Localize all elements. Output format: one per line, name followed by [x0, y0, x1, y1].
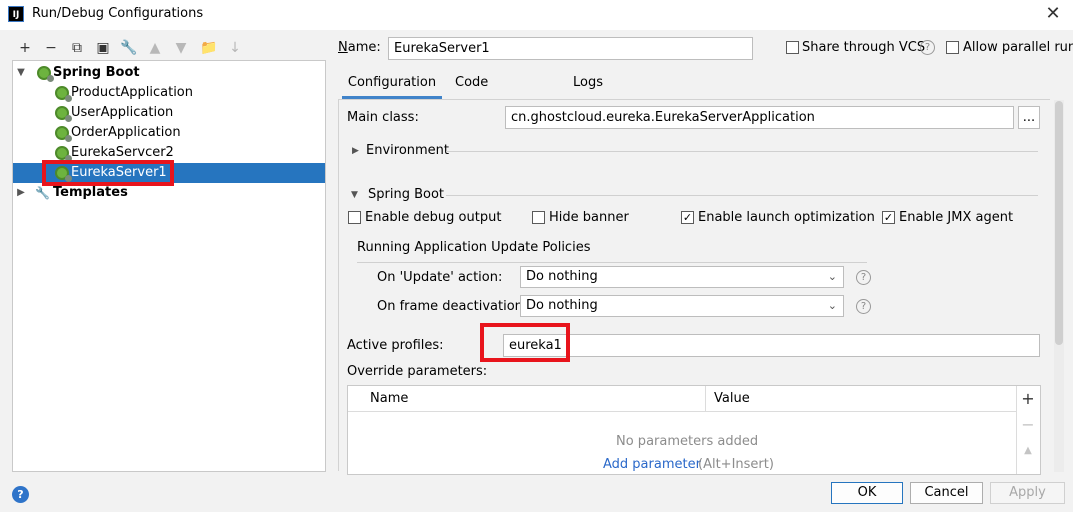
empty-table-text: No parameters added [616, 434, 759, 449]
configurations-tree: ▼ Spring Boot ProductApplication UserApp… [12, 60, 326, 472]
tree-label-templates: Templates [53, 185, 128, 200]
ok-button[interactable]: OK [831, 482, 903, 504]
remove-icon[interactable]: − [41, 38, 61, 58]
chevron-down-icon: ⌄ [827, 299, 837, 312]
column-divider [705, 386, 706, 412]
update-action-value: Do nothing [526, 269, 598, 284]
allow-parallel-label: Allow parallel run [963, 40, 1073, 55]
tree-item-label: UserApplication [71, 105, 174, 120]
move-up-icon[interactable]: ▲ [145, 38, 165, 58]
spring-boot-config-icon [55, 106, 72, 122]
wrench-icon: 🔧 [35, 186, 50, 200]
update-action-label: On 'Update' action: [377, 270, 503, 285]
add-parameter-link[interactable]: Add parameter [603, 457, 701, 472]
add-icon[interactable]: + [15, 38, 35, 58]
update-policies-label: Running Application Update Policies [357, 240, 591, 255]
save-icon[interactable]: ▣ [93, 38, 113, 58]
hide-banner-label: Hide banner [549, 210, 629, 225]
spring-boot-config-icon [55, 86, 72, 102]
spring-boot-icon [37, 66, 54, 82]
collapse-arrow-icon[interactable]: ▶ [15, 183, 27, 203]
tree-node-spring-boot[interactable]: ▼ Spring Boot [13, 63, 325, 83]
main-class-field[interactable]: cn.ghostcloud.eureka.EurekaServerApplica… [505, 106, 1014, 129]
table-header: Name Value [348, 386, 1016, 412]
close-icon[interactable]: ✕ [1040, 2, 1066, 26]
copy-icon[interactable]: ⧉ [67, 38, 87, 58]
add-parameter-shortcut: (Alt+Insert) [698, 457, 774, 472]
help-icon[interactable]: ? [856, 299, 871, 314]
move-up-icon[interactable]: ▲ [1016, 440, 1040, 462]
allow-parallel-checkbox[interactable] [946, 41, 959, 54]
highlight-box-active-profiles [480, 323, 570, 362]
wrench-icon[interactable]: 🔧 [119, 38, 139, 58]
launch-optimization-label: Enable launch optimization [698, 210, 875, 225]
launch-optimization-checkbox[interactable]: ✓ [681, 211, 694, 224]
folder-icon[interactable]: 📁 [199, 38, 219, 58]
collapse-spring-boot-icon[interactable]: ▼ [351, 190, 358, 200]
help-icon[interactable]: ? [856, 270, 871, 285]
column-header-value[interactable]: Value [714, 391, 750, 406]
main-class-label: Main class: [347, 110, 419, 125]
tab-code-coverage[interactable]: Code Coverage [455, 71, 549, 114]
section-divider [446, 151, 1038, 152]
section-divider [446, 195, 1038, 196]
apply-button[interactable]: Apply [990, 482, 1065, 504]
expand-environment-icon[interactable]: ▶ [352, 146, 359, 156]
remove-row-icon[interactable]: − [1016, 414, 1040, 436]
tab-logs[interactable]: Logs [573, 71, 613, 99]
tree-item-label: OrderApplication [71, 125, 181, 140]
tree-item-product-application[interactable]: ProductApplication [13, 83, 325, 103]
help-icon[interactable]: ? [920, 40, 935, 55]
sort-icon[interactable]: ↓ [225, 38, 245, 58]
spring-boot-config-icon [55, 146, 72, 162]
frame-deactivation-select[interactable]: Do nothing ⌄ [520, 295, 844, 317]
hide-banner-checkbox[interactable] [532, 211, 545, 224]
update-action-select[interactable]: Do nothing ⌄ [520, 266, 844, 288]
tree-label-spring-boot: Spring Boot [53, 65, 140, 80]
intellij-app-icon: IJ [8, 6, 24, 22]
tab-configuration[interactable]: Configuration [342, 71, 442, 99]
scrollbar-thumb[interactable] [1055, 101, 1063, 345]
share-vcs-label: Share through VCS [802, 40, 926, 55]
add-row-icon[interactable]: + [1016, 388, 1040, 410]
share-vcs-checkbox[interactable] [786, 41, 799, 54]
tree-item-order-application[interactable]: OrderApplication [13, 123, 325, 143]
browse-button[interactable]: ... [1018, 106, 1040, 129]
enable-debug-label: Enable debug output [365, 210, 502, 225]
environment-section-label[interactable]: Environment [366, 143, 449, 158]
cancel-button[interactable]: Cancel [910, 482, 983, 504]
active-profiles-label: Active profiles: [347, 338, 444, 353]
window-title: Run/Debug Configurations [32, 6, 204, 21]
spring-boot-config-icon [55, 126, 72, 142]
name-field[interactable]: EurekaServer1 [388, 37, 753, 60]
spring-boot-section-label: Spring Boot [368, 187, 445, 202]
expand-arrow-icon[interactable]: ▼ [15, 63, 27, 83]
column-header-name[interactable]: Name [370, 391, 408, 406]
tree-item-label: ProductApplication [71, 85, 193, 100]
active-profiles-field[interactable]: eureka1 [503, 334, 1040, 357]
name-label: Name: [338, 40, 381, 55]
override-parameters-table: Name Value No parameters added Add param… [347, 385, 1041, 475]
highlight-box-selected-config [42, 160, 174, 186]
section-divider [357, 262, 867, 263]
enable-debug-checkbox[interactable] [348, 211, 361, 224]
tree-node-templates[interactable]: ▶ 🔧 Templates [13, 183, 325, 203]
frame-deactivation-label: On frame deactivation: [377, 299, 528, 314]
tree-item-user-application[interactable]: UserApplication [13, 103, 325, 123]
override-parameters-label: Override parameters: [347, 364, 488, 379]
jmx-agent-checkbox[interactable]: ✓ [882, 211, 895, 224]
move-down-icon[interactable]: ▼ [171, 38, 191, 58]
help-button-icon[interactable]: ? [12, 486, 29, 503]
jmx-agent-label: Enable JMX agent [899, 210, 1014, 225]
chevron-down-icon: ⌄ [827, 270, 837, 283]
frame-deactivation-value: Do nothing [526, 298, 598, 313]
